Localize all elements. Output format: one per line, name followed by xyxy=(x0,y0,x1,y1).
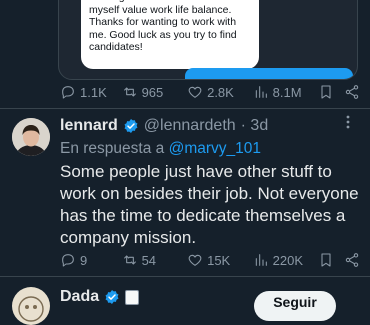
views-button[interactable]: 8.1M xyxy=(253,84,319,100)
tweet3-header: Dada xyxy=(60,288,140,306)
like-count: 2.8K xyxy=(207,84,234,100)
chat-bubble-outgoing xyxy=(185,68,353,79)
reply-prefix: En respuesta a xyxy=(60,140,165,157)
retweet-count: 965 xyxy=(141,84,164,100)
bookmark-button[interactable] xyxy=(318,84,344,100)
avatar-image xyxy=(12,287,50,325)
tweet1-action-bar: 1.1K 965 2.8K 8.1M xyxy=(60,82,360,102)
reply-context: En respuesta a @marvy_101 xyxy=(60,140,261,158)
avatar-dada[interactable] xyxy=(12,287,50,325)
share-icon xyxy=(345,85,359,99)
quoted-image-card[interactable]: this is great a match for me as I myself… xyxy=(58,0,358,80)
heart-icon xyxy=(188,254,202,266)
share-button[interactable] xyxy=(344,84,360,100)
reply-count: 1.1K xyxy=(80,84,107,100)
display-name[interactable]: Dada xyxy=(60,288,99,306)
views-chart-icon xyxy=(255,254,267,266)
share-icon xyxy=(345,253,359,267)
chat-message-text: this is great a match for me as I myself… xyxy=(89,0,237,54)
bookmark-button[interactable] xyxy=(318,252,344,268)
share-button[interactable] xyxy=(344,252,360,268)
avatar-image xyxy=(12,118,50,156)
tweet-divider xyxy=(0,108,370,109)
more-options-icon[interactable] xyxy=(345,114,351,135)
tweet-divider xyxy=(0,276,370,277)
user-handle[interactable]: @lennardeth xyxy=(144,117,236,135)
tweet2-action-bar: 9 54 15K 220K xyxy=(60,250,360,270)
verified-badge-icon xyxy=(124,119,138,133)
retweet-icon xyxy=(123,255,136,265)
bookmark-icon xyxy=(321,85,331,99)
reply-button[interactable]: 1.1K xyxy=(60,84,122,100)
reply-mention-link[interactable]: @marvy_101 xyxy=(169,140,261,157)
reply-button[interactable]: 9 xyxy=(60,252,122,268)
retweet-button[interactable]: 54 xyxy=(122,252,188,268)
tweet-time[interactable]: · 3d xyxy=(241,117,269,135)
views-button[interactable]: 220K xyxy=(253,252,319,268)
display-name[interactable]: lennard xyxy=(60,117,118,135)
chat-bubble: this is great a match for me as I myself… xyxy=(81,0,259,69)
views-count: 8.1M xyxy=(272,84,302,100)
verified-badge-icon xyxy=(105,290,119,304)
retweet-count: 54 xyxy=(141,252,157,268)
reply-count: 9 xyxy=(80,252,88,268)
tweet-body: Some people just have other stuff to wor… xyxy=(60,162,359,247)
reply-icon xyxy=(62,254,74,267)
retweet-button[interactable]: 965 xyxy=(122,84,188,100)
heart-icon xyxy=(188,86,202,98)
views-count: 220K xyxy=(272,252,303,268)
views-chart-icon xyxy=(255,86,267,98)
affiliate-badge-icon xyxy=(125,289,140,305)
like-button[interactable]: 15K xyxy=(187,252,253,268)
tweet2-header: lennard @lennardeth · 3d xyxy=(60,117,268,135)
follow-button[interactable]: Seguir xyxy=(254,291,336,321)
retweet-icon xyxy=(123,87,136,97)
avatar-lennard[interactable] xyxy=(12,118,50,156)
like-count: 15K xyxy=(207,252,231,268)
reply-icon xyxy=(62,86,74,99)
like-button[interactable]: 2.8K xyxy=(187,84,253,100)
bookmark-icon xyxy=(321,253,331,267)
